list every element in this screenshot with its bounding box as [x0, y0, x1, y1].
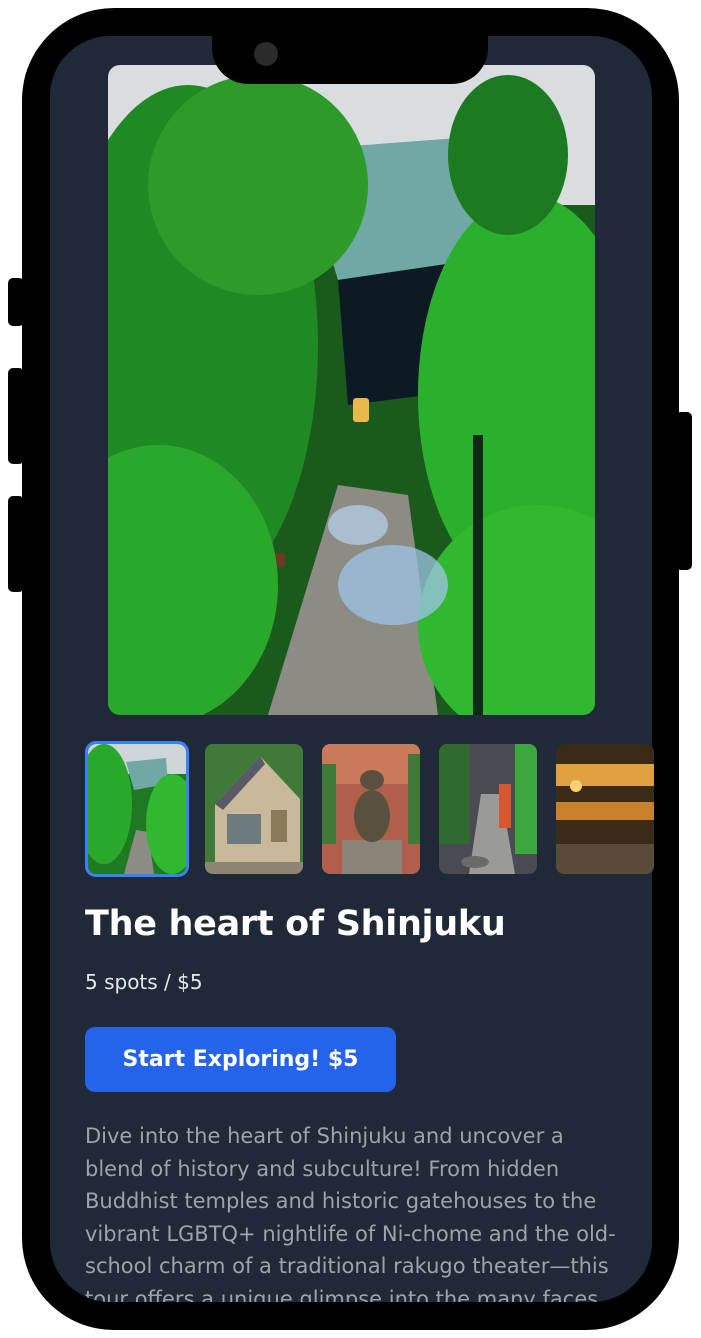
gallery-thumbnail[interactable] — [322, 744, 420, 874]
gallery-thumbnail[interactable] — [205, 744, 303, 874]
volume-up-button — [8, 368, 24, 464]
start-exploring-button[interactable]: Start Exploring! $5 — [85, 1027, 396, 1092]
gallery-thumbnail[interactable] — [556, 744, 654, 874]
phone-notch — [212, 8, 488, 84]
hero-image — [108, 65, 595, 715]
volume-down-button — [8, 496, 24, 592]
gallery-thumbnail[interactable] — [439, 744, 537, 874]
tour-title: The heart of Shinjuku — [85, 904, 506, 944]
tour-spots-and-price: 5 spots / $5 — [85, 970, 203, 994]
camera-icon — [254, 42, 278, 66]
mute-switch — [8, 278, 24, 326]
power-button — [676, 412, 692, 570]
gallery-thumbnail[interactable] — [85, 741, 189, 877]
